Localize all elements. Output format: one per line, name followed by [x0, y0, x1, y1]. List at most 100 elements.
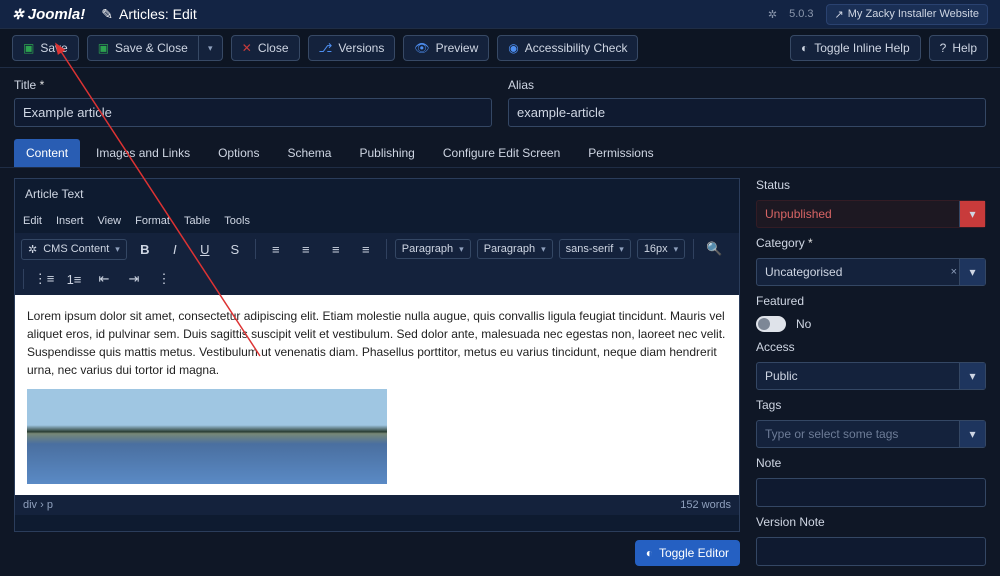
block-format-dropdown[interactable]: Paragraph▾	[395, 239, 471, 259]
access-value: Public	[765, 369, 798, 383]
chevron-down-icon: ▾	[959, 201, 985, 227]
joomla-logo-icon: ✲	[12, 6, 24, 23]
style-dropdown[interactable]: Paragraph ▾	[477, 239, 553, 259]
accessibility-label: Accessibility Check	[525, 41, 628, 55]
title-input[interactable]	[14, 98, 492, 127]
tab-configure-edit[interactable]: Configure Edit Screen	[431, 139, 572, 167]
chevron-down-icon: ▾	[541, 244, 546, 255]
tab-options[interactable]: Options	[206, 139, 271, 167]
branch-icon: ⎇	[319, 41, 333, 55]
tags-label: Tags	[756, 398, 986, 412]
question-icon: ?	[940, 41, 947, 55]
align-center-button[interactable]: ≡	[294, 237, 318, 261]
toggle-editor-label: Toggle Editor	[659, 546, 729, 560]
toggle-editor-button[interactable]: ◐ Toggle Editor	[635, 540, 740, 566]
pencil-icon: ✎	[101, 6, 113, 23]
title-alias-row: Title Alias	[0, 68, 1000, 131]
tab-publishing[interactable]: Publishing	[347, 139, 426, 167]
category-label: Category	[756, 236, 986, 250]
access-select[interactable]: Public ▾	[756, 362, 986, 390]
toggle-help-label: Toggle Inline Help	[814, 41, 909, 55]
access-label: Access	[756, 340, 986, 354]
save-icon: ▣	[98, 41, 109, 55]
note-input[interactable]	[756, 478, 986, 507]
chevron-down-icon: ▾	[619, 244, 624, 255]
menu-tools[interactable]: Tools	[224, 215, 250, 227]
tab-content[interactable]: Content	[14, 139, 80, 167]
chevron-down-icon: ▾	[959, 363, 985, 389]
menu-view[interactable]: View	[97, 215, 121, 227]
separator	[23, 269, 24, 289]
versions-button[interactable]: ⎇Versions	[308, 35, 396, 61]
save-close-caret[interactable]: ▾	[199, 35, 223, 61]
style-label: Paragraph	[484, 243, 535, 255]
menu-table[interactable]: Table	[184, 215, 210, 227]
joomla-logo[interactable]: ✲ Joomla!	[12, 6, 85, 23]
save-icon: ▣	[23, 41, 34, 55]
category-select[interactable]: Uncategorised ×▾	[756, 258, 986, 286]
status-select[interactable]: Unpublished▾	[756, 200, 986, 228]
font-size-dropdown[interactable]: 16px▾	[637, 239, 685, 259]
bullet-list-button[interactable]: ⋮≡	[32, 267, 56, 291]
preview-button[interactable]: 👁Preview	[403, 35, 489, 61]
save-close-split: ▣ Save & Close ▾	[87, 35, 223, 61]
accessibility-button[interactable]: ◉Accessibility Check	[497, 35, 638, 61]
featured-toggle[interactable]: No	[756, 316, 986, 332]
action-toolbar: ▣Save ▣ Save & Close ▾ ✕ Close ⎇Versions 👁…	[0, 28, 1000, 68]
bold-button[interactable]: B	[133, 237, 157, 261]
version-note-input[interactable]	[756, 537, 986, 566]
joomla-version: 5.0.3	[789, 8, 813, 20]
underline-button[interactable]: U	[193, 237, 217, 261]
align-left-button[interactable]: ≡	[264, 237, 288, 261]
close-icon: ✕	[242, 41, 252, 55]
tab-schema[interactable]: Schema	[275, 139, 343, 167]
note-label: Note	[756, 456, 986, 470]
save-button[interactable]: ▣Save	[12, 35, 79, 61]
separator	[386, 239, 387, 259]
featured-label: Featured	[756, 294, 986, 308]
close-label: Close	[258, 41, 289, 55]
align-right-button[interactable]: ≡	[324, 237, 348, 261]
element-path[interactable]: div › p	[23, 499, 53, 511]
site-link-text: My Zacky Installer Website	[848, 8, 979, 20]
close-button[interactable]: ✕ Close	[231, 35, 300, 61]
menu-edit[interactable]: Edit	[23, 215, 42, 227]
page-title-text: Articles: Edit	[119, 6, 197, 22]
search-button[interactable]: 🔍	[702, 237, 726, 261]
joomla-version-icon: ✲	[768, 8, 777, 21]
cms-content-dropdown[interactable]: ✲CMS Content▾	[21, 239, 127, 260]
editor-statusbar: div › p 152 words	[15, 495, 739, 515]
indent-button[interactable]: ⇥	[122, 267, 146, 291]
strike-button[interactable]: S	[223, 237, 247, 261]
editor-body[interactable]: Lorem ipsum dolor sit amet, consectetur …	[15, 295, 739, 495]
content-image[interactable]	[27, 389, 387, 484]
tab-permissions[interactable]: Permissions	[576, 139, 665, 167]
help-button[interactable]: ?Help	[929, 35, 988, 61]
menu-insert[interactable]: Insert	[56, 215, 84, 227]
tab-images-links[interactable]: Images and Links	[84, 139, 202, 167]
font-size-label: 16px	[644, 243, 668, 255]
tags-select[interactable]: Type or select some tags▾	[756, 420, 986, 448]
save-close-label: Save & Close	[115, 41, 188, 55]
font-family-label: sans-serif	[566, 243, 614, 255]
save-close-button[interactable]: ▣ Save & Close	[87, 35, 199, 61]
sidebar: Status Unpublished▾ Category Uncategoris…	[756, 178, 986, 566]
menu-format[interactable]: Format	[135, 215, 170, 227]
italic-button[interactable]: I	[163, 237, 187, 261]
number-list-button[interactable]: 1≡	[62, 267, 86, 291]
site-link[interactable]: ↗ My Zacky Installer Website	[826, 4, 988, 25]
font-family-dropdown[interactable]: sans-serif ▾	[559, 239, 631, 259]
category-value: Uncategorised	[765, 265, 842, 279]
alias-input[interactable]	[508, 98, 986, 127]
chevron-down-icon: ▾	[959, 259, 985, 285]
page-title: ✎ Articles: Edit	[101, 6, 197, 23]
more-button[interactable]: ⋮	[152, 267, 176, 291]
editor-menubar: Edit Insert View Format Table Tools	[15, 209, 739, 233]
toggle-icon: ◐	[646, 546, 653, 560]
toggle-icon: ◐	[801, 41, 808, 55]
outdent-button[interactable]: ⇤	[92, 267, 116, 291]
paragraph: Lorem ipsum dolor sit amet, consectetur …	[27, 307, 727, 379]
toggle-inline-help-button[interactable]: ◐ Toggle Inline Help	[790, 35, 921, 61]
clear-icon[interactable]: ×	[951, 266, 957, 278]
align-justify-button[interactable]: ≡	[354, 237, 378, 261]
